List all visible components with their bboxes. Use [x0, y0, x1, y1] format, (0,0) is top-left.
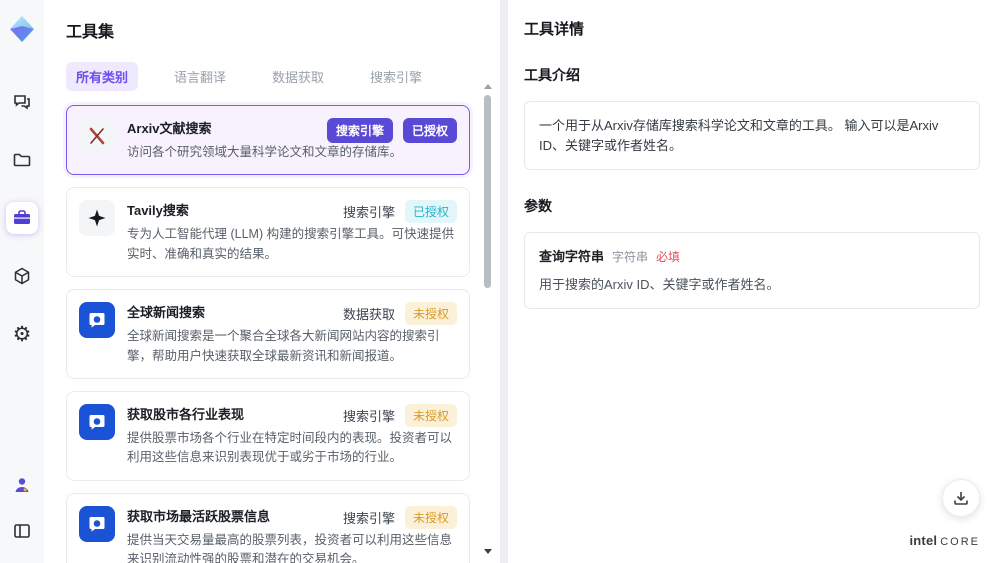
sidebar-item-chat[interactable] — [6, 86, 38, 118]
news-search-icon — [79, 505, 115, 542]
detail-title: 工具详情 — [524, 21, 585, 38]
status-badge: 已授权 — [402, 118, 457, 143]
app-window: ⚙ 工具集 所有类别 语言翻译 数据获取 搜索引擎 Arxiv文献搜索 访问各个… — [0, 0, 1000, 563]
tab-data-fetch[interactable]: 数据获取 — [262, 62, 334, 91]
download-icon — [954, 492, 968, 505]
user-icon — [15, 478, 29, 492]
param-required-flag: 必填 — [656, 250, 681, 264]
app-logo[interactable] — [7, 14, 37, 44]
news-search-icon — [79, 302, 115, 339]
category-label: 搜索引擎 — [342, 408, 395, 424]
category-badge: 搜索引擎 — [326, 118, 393, 143]
news-search-icon — [79, 403, 115, 440]
status-badge: 未授权 — [404, 302, 457, 326]
category-label: 搜索引擎 — [342, 205, 395, 221]
download-button[interactable] — [942, 479, 980, 517]
param-type: 字符串 — [612, 250, 649, 264]
scroll-up-arrow[interactable] — [484, 84, 492, 89]
core-wordmark: CORE — [940, 536, 980, 548]
tool-description: 全球新闻搜索是一个聚合全球各大新闻网站内容的搜索引擎，帮助用户快速获取全球最新资… — [127, 329, 440, 363]
scroll-down-arrow[interactable] — [484, 549, 492, 554]
tool-description: 专为人工智能代理 (LLM) 构建的搜索引擎工具。可快速提供实时、准确和真实的结… — [127, 227, 455, 261]
tavily-icon — [79, 200, 115, 237]
panel-layout-icon — [14, 524, 30, 538]
collapse-panel-button[interactable] — [6, 515, 38, 547]
tool-detail-panel: 工具详情 工具介绍 一个用于从Arxiv存储库搜索科学论文和文章的工具。 输入可… — [508, 0, 1000, 563]
page-title: 工具集 — [66, 24, 115, 41]
tool-card-global-news[interactable]: 全球新闻搜索 全球新闻搜索是一个聚合全球各大新闻网站内容的搜索引擎，帮助用户快速… — [66, 289, 470, 379]
param-description: 用于搜索的Arxiv ID、关键字或作者姓名。 — [539, 277, 780, 292]
list-scrollbar[interactable] — [484, 84, 492, 554]
status-badge: 未授权 — [404, 403, 457, 427]
tool-description: 提供股票市场各个行业在特定时间段内的表现。投资者可以利用这些信息来识别表现优于或… — [127, 430, 453, 465]
tab-search-engine[interactable]: 搜索引擎 — [360, 62, 432, 91]
intro-section-title: 工具介绍 — [524, 67, 580, 83]
tool-card-arxiv[interactable]: Arxiv文献搜索 访问各个研究领域大量科学论文和文章的存储库。 搜索引擎 已授… — [66, 105, 470, 176]
parameter-card: 查询字符串 字符串 必填 用于搜索的Arxiv ID、关键字或作者姓名。 — [524, 232, 980, 309]
cube-icon — [14, 267, 30, 285]
params-section-title: 参数 — [524, 198, 552, 214]
sidebar-rail: ⚙ — [0, 0, 44, 563]
diamond-logo-icon — [10, 16, 34, 42]
tab-language-translation[interactable]: 语言翻译 — [164, 62, 236, 91]
intel-core-logo: intel CORE — [909, 533, 980, 549]
intel-wordmark: intel — [909, 533, 938, 548]
category-label: 数据获取 — [342, 307, 395, 323]
sidebar-item-toolbox[interactable] — [6, 202, 38, 234]
tab-all-categories[interactable]: 所有类别 — [66, 62, 139, 91]
scrollbar-thumb[interactable] — [484, 95, 491, 288]
sidebar-item-files[interactable] — [6, 144, 38, 176]
param-name: 查询字符串 — [539, 249, 605, 264]
arxiv-icon — [79, 118, 115, 154]
gear-icon: ⚙ — [12, 322, 32, 346]
sidebar-item-packages[interactable] — [6, 260, 38, 292]
intro-text-box: 一个用于从Arxiv存储库搜索科学论文和文章的工具。 输入可以是Arxiv ID… — [524, 101, 980, 170]
status-badge: 未授权 — [404, 505, 457, 529]
user-avatar[interactable] — [6, 469, 38, 501]
status-badge: 已授权 — [404, 200, 457, 224]
tool-card-active-stocks[interactable]: 获取市场最活跃股票信息 提供当天交易量最高的股票列表，投资者可以利用这些信息来识… — [66, 492, 470, 563]
tool-description: 访问各个研究领域大量科学论文和文章的存储库。 — [127, 145, 403, 159]
briefcase-icon — [14, 210, 30, 224]
folder-icon — [13, 153, 31, 167]
chat-icon — [14, 95, 30, 110]
tool-list-panel: 工具集 所有类别 语言翻译 数据获取 搜索引擎 Arxiv文献搜索 访问各个研究… — [44, 0, 500, 563]
tool-card-list: Arxiv文献搜索 访问各个研究领域大量科学论文和文章的存储库。 搜索引擎 已授… — [66, 105, 470, 563]
sidebar-item-settings[interactable]: ⚙ — [6, 318, 38, 350]
category-label: 搜索引擎 — [342, 510, 395, 526]
category-tabs: 所有类别 语言翻译 数据获取 搜索引擎 — [66, 62, 470, 91]
tool-description: 提供当天交易量最高的股票列表，投资者可以利用这些信息来识别流动性强的股票和潜在的… — [127, 532, 453, 563]
tool-card-sector-performance[interactable]: 获取股市各行业表现 提供股票市场各个行业在特定时间段内的表现。投资者可以利用这些… — [66, 390, 470, 481]
tool-card-tavily[interactable]: Tavily搜索 专为人工智能代理 (LLM) 构建的搜索引擎工具。可快速提供实… — [66, 187, 470, 278]
